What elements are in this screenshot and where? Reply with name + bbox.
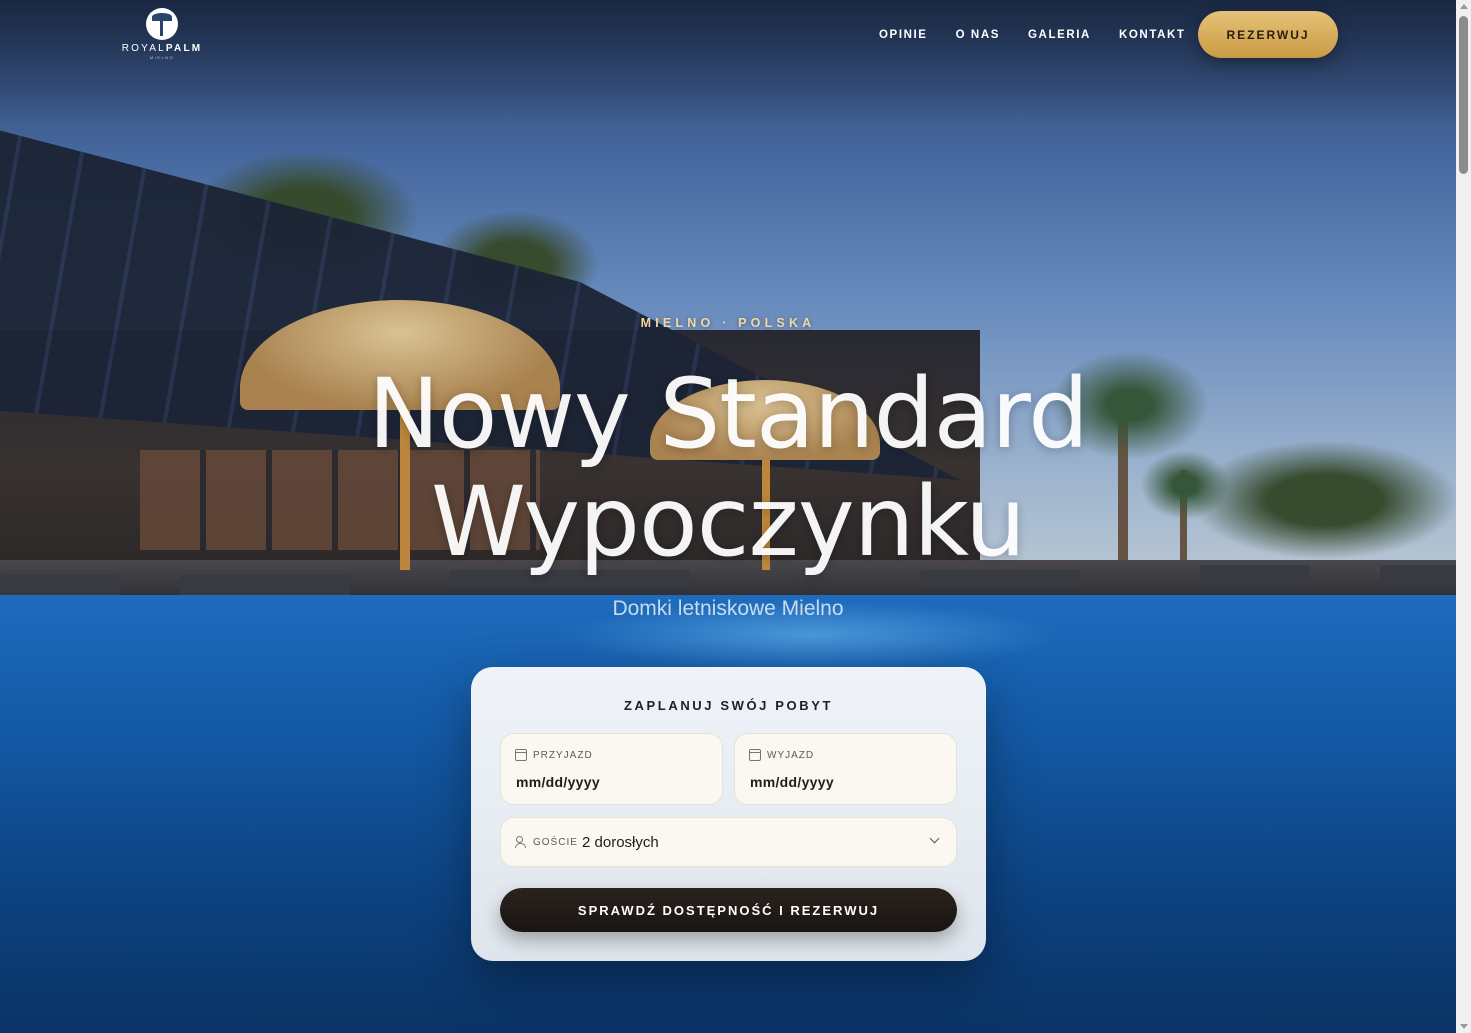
- main-nav: OPINIE O NAS GALERIA KONTAKT: [879, 29, 1186, 41]
- hero-headline-line1: Nowy Standard: [367, 358, 1089, 470]
- site-header: ROYALPALM MIELNO OPINIE O NAS GALERIA KO…: [0, 0, 1456, 75]
- hero-location: MIELNO · POLSKA: [640, 316, 816, 330]
- calendar-icon: [749, 749, 761, 761]
- nav-item-opinie[interactable]: OPINIE: [879, 29, 928, 41]
- logo-wordmark: ROYALPALM: [120, 43, 204, 54]
- scroll-down-arrow-icon[interactable]: [1460, 1024, 1468, 1029]
- checkout-label: WYJAZD: [749, 749, 814, 761]
- checkin-label-text: PRZYJAZD: [533, 749, 593, 761]
- check-availability-button[interactable]: SPRAWDŹ DOSTĘPNOŚĆ I REZERWUJ: [500, 888, 957, 932]
- scroll-up-arrow-icon[interactable]: [1460, 4, 1468, 9]
- hero-headline-line2: Wypoczynku: [430, 466, 1026, 578]
- logo-name-bold: PALM: [165, 43, 203, 54]
- logo-name-light: ROYAL: [121, 43, 166, 54]
- hero-subtitle: Domki letniskowe Mielno: [612, 597, 844, 620]
- scroll-thumb[interactable]: [1459, 16, 1468, 174]
- booking-title: ZAPLANUJ SWÓJ POBYT: [623, 698, 834, 713]
- reserve-button[interactable]: REZERWUJ: [1198, 11, 1338, 58]
- page-scrollbar[interactable]: [1456, 0, 1471, 1033]
- guests-select[interactable]: GOŚCIE 2 dorosłych: [500, 817, 957, 867]
- nav-item-galeria[interactable]: GALERIA: [1028, 29, 1091, 41]
- guests-value[interactable]: 2 dorosłych: [582, 834, 659, 851]
- guests-label: GOŚCIE: [515, 836, 578, 848]
- checkin-label: PRZYJAZD: [515, 749, 593, 761]
- checkin-field[interactable]: PRZYJAZD mm/dd/yyyy: [500, 733, 723, 805]
- checkout-label-text: WYJAZD: [767, 749, 815, 761]
- guests-label-text: GOŚCIE: [533, 836, 578, 848]
- checkout-field[interactable]: WYJAZD mm/dd/yyyy: [734, 733, 957, 805]
- chevron-down-icon[interactable]: [929, 833, 940, 844]
- hero-headline: Nowy Standard Wypoczynku: [0, 360, 1456, 576]
- royal-palm-logo[interactable]: ROYALPALM MIELNO: [120, 8, 204, 60]
- calendar-icon: [515, 749, 527, 761]
- palm-logo-icon: [146, 8, 178, 40]
- logo-subtitle: MIELNO: [149, 55, 175, 60]
- booking-card: ZAPLANUJ SWÓJ POBYT PRZYJAZD mm/dd/yyyy …: [471, 667, 986, 961]
- nav-item-o-nas[interactable]: O NAS: [956, 29, 1000, 41]
- nav-item-kontakt[interactable]: KONTAKT: [1119, 29, 1186, 41]
- checkin-input[interactable]: mm/dd/yyyy: [516, 774, 600, 790]
- checkout-input[interactable]: mm/dd/yyyy: [750, 774, 834, 790]
- users-icon: [515, 836, 527, 848]
